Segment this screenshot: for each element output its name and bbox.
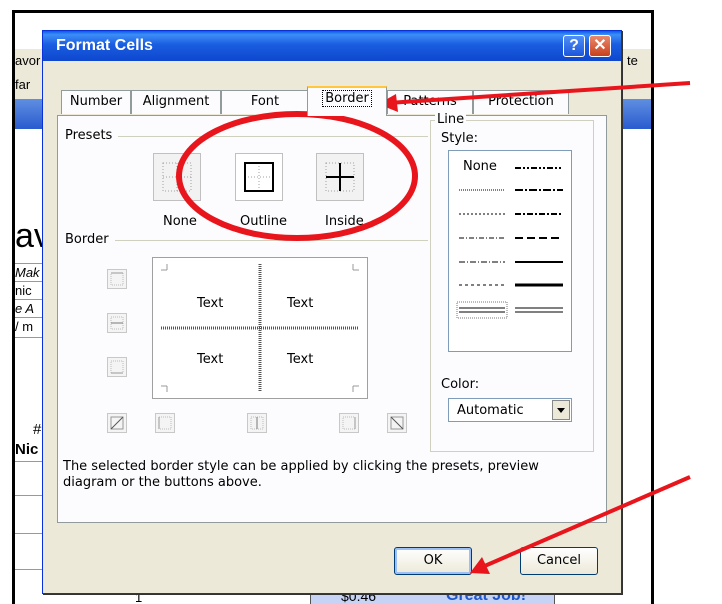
- border-left-button[interactable]: [155, 413, 175, 433]
- tab-alignment-label: Alignment: [142, 94, 210, 109]
- tab-protection[interactable]: Protection: [473, 90, 569, 114]
- border-divider: [113, 240, 428, 241]
- diagonal-down-icon: [390, 416, 404, 430]
- ok-button[interactable]: OK: [394, 547, 472, 575]
- tab-font[interactable]: Font: [221, 90, 309, 114]
- preview-text: Text: [287, 296, 314, 311]
- preset-outline-icon: [244, 162, 274, 192]
- border-inside-horizontal-icon: [110, 316, 124, 330]
- style-label: Style:: [441, 131, 479, 146]
- border-preview-diagram[interactable]: Text Text Text Text: [152, 257, 368, 399]
- preset-inside-label: Inside: [325, 214, 364, 229]
- preset-outline-button[interactable]: [235, 153, 283, 201]
- help-hint-text: The selected border style can be applied…: [63, 459, 539, 490]
- close-button[interactable]: ✕: [589, 35, 611, 57]
- tab-patterns[interactable]: Patterns: [387, 90, 473, 114]
- tab-font-label: Font: [250, 94, 280, 109]
- color-dropdown[interactable]: Automatic: [448, 398, 572, 422]
- border-diagonal-up-button[interactable]: [107, 413, 127, 433]
- border-inside-vertical-icon: [250, 416, 264, 430]
- presets-divider: [113, 136, 428, 137]
- title-bar[interactable]: Format Cells ? ✕: [43, 31, 621, 61]
- preset-outline-label: Outline: [240, 214, 288, 229]
- tab-number[interactable]: Number: [61, 90, 131, 114]
- help-button[interactable]: ?: [563, 35, 585, 57]
- dialog-title: Format Cells: [56, 37, 153, 54]
- diagonal-up-icon: [110, 416, 124, 430]
- border-middle-button[interactable]: [107, 313, 127, 333]
- border-bottom-button[interactable]: [107, 357, 127, 377]
- tab-patterns-label: Patterns: [403, 94, 457, 109]
- tab-alignment[interactable]: Alignment: [131, 90, 221, 114]
- tab-border[interactable]: Border: [307, 86, 387, 116]
- line-style-samples[interactable]: [449, 151, 571, 351]
- preview-text: Text: [197, 352, 224, 367]
- border-top-icon: [110, 272, 124, 286]
- border-left-icon: [158, 416, 172, 430]
- tab-protection-label: Protection: [488, 94, 554, 109]
- border-diagonal-down-button[interactable]: [387, 413, 407, 433]
- border-center-button[interactable]: [247, 413, 267, 433]
- tab-number-label: Number: [69, 94, 123, 109]
- tab-border-label: Border: [322, 90, 372, 107]
- format-cells-dialog: Format Cells ? ✕ Number Alignment Font B…: [42, 30, 622, 594]
- preset-none-button[interactable]: [153, 153, 201, 201]
- border-top-button[interactable]: [107, 269, 127, 289]
- border-bottom-icon: [110, 360, 124, 374]
- preview-text: Text: [197, 296, 224, 311]
- border-right-icon: [342, 416, 356, 430]
- border-label: Border: [65, 232, 115, 247]
- color-dropdown-value: Automatic: [457, 403, 524, 418]
- border-right-button[interactable]: [339, 413, 359, 433]
- line-style-list[interactable]: None: [448, 150, 572, 352]
- chevron-down-icon[interactable]: [552, 400, 570, 420]
- presets-label: Presets: [65, 128, 119, 143]
- preset-none-icon: [162, 162, 192, 192]
- line-label: Line: [435, 112, 467, 127]
- preview-gridlines: [161, 264, 359, 392]
- preset-none-label: None: [163, 214, 197, 229]
- cancel-button[interactable]: Cancel: [520, 547, 598, 575]
- preview-text: Text: [287, 352, 314, 367]
- preset-inside-icon: [325, 162, 355, 192]
- preset-inside-button[interactable]: [316, 153, 364, 201]
- color-label: Color:: [441, 377, 480, 392]
